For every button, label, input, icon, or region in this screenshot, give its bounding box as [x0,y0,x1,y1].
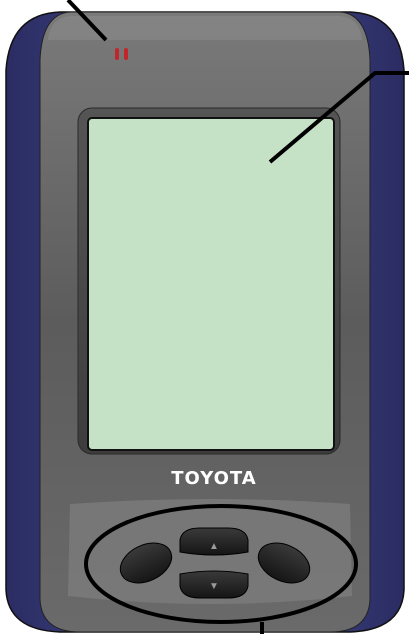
handheld-tester-diagram: TOYOTA ▲ ▼ [5,0,409,634]
brand-label: TOYOTA [171,468,256,489]
arrow-up-icon: ▲ [209,541,219,552]
arrow-down-icon: ▼ [209,581,219,592]
display-screen[interactable] [87,117,335,451]
down-arrow-button[interactable]: ▼ [179,570,249,599]
up-arrow-button[interactable]: ▲ [179,527,249,556]
